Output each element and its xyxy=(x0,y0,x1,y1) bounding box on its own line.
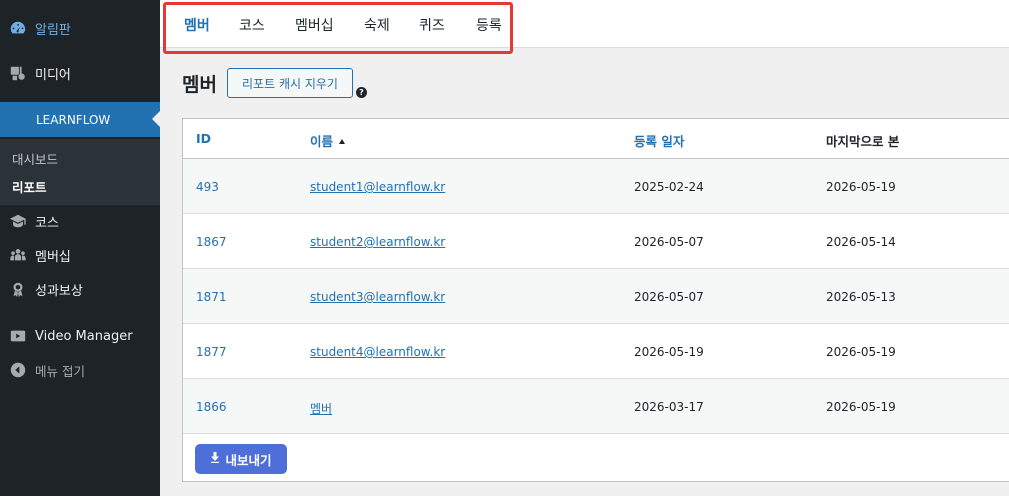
sidebar-item-learnflow[interactable]: LEARNFLOW xyxy=(0,102,160,137)
table-row: 1866 멤버 2026-03-17 2026-05-19 xyxy=(183,379,1009,434)
sidebar-item-label: 미디어 xyxy=(35,67,71,83)
table-header: ID 이름 등록 일자 마지막으로 본 xyxy=(183,119,1009,159)
award-icon xyxy=(8,279,28,299)
row-last-seen: 2026-05-19 xyxy=(826,400,896,414)
table-row: 493 student1@learnflow.kr 2025-02-24 202… xyxy=(183,159,1009,214)
media-icon xyxy=(8,63,28,83)
submenu-item-reports[interactable]: 리포트 xyxy=(12,177,47,196)
sidebar-item-rewards[interactable]: 성과보상 xyxy=(0,272,160,306)
sidebar-item-video-manager[interactable]: Video Manager xyxy=(0,319,160,353)
groups-icon xyxy=(8,245,28,265)
download-icon xyxy=(210,452,220,466)
row-id-link[interactable]: 1866 xyxy=(196,400,227,414)
sidebar-item-label: 성과보상 xyxy=(35,283,83,299)
row-registered-date: 2026-05-07 xyxy=(634,235,704,249)
row-last-seen: 2026-05-19 xyxy=(826,345,896,359)
current-menu-notch xyxy=(152,111,160,127)
column-header-name-label: 이름 xyxy=(310,134,334,149)
page-title: 멤버 xyxy=(182,74,217,96)
row-last-seen: 2026-05-14 xyxy=(826,235,896,249)
column-header-id[interactable]: ID xyxy=(196,131,211,146)
graduation-cap-icon xyxy=(8,211,28,231)
help-icon[interactable]: ? xyxy=(356,87,367,98)
row-name-link[interactable]: student1@learnflow.kr xyxy=(310,180,445,194)
submenu-item-dashboard[interactable]: 대시보드 xyxy=(12,149,58,168)
sidebar-item-dashboard[interactable]: 알림판 xyxy=(0,11,160,45)
row-name-link[interactable]: student3@learnflow.kr xyxy=(310,290,445,304)
sidebar-item-media[interactable]: 미디어 xyxy=(0,56,160,90)
dashboard-icon xyxy=(8,18,28,38)
row-registered-date: 2026-03-17 xyxy=(634,400,704,414)
video-icon xyxy=(8,326,28,346)
column-header-name[interactable]: 이름 xyxy=(310,131,346,150)
tabs-highlight-box xyxy=(163,2,513,54)
export-button[interactable]: 내보내기 xyxy=(195,444,287,474)
members-table: ID 이름 등록 일자 마지막으로 본 493 student1@learnfl… xyxy=(182,118,1009,482)
learnflow-submenu: 대시보드 리포트 xyxy=(0,139,160,205)
row-id-link[interactable]: 1867 xyxy=(196,235,227,249)
table-row: 1871 student3@learnflow.kr 2026-05-07 20… xyxy=(183,269,1009,324)
clear-report-cache-button[interactable]: 리포트 캐시 지우기 xyxy=(227,68,353,98)
table-row: 1867 student2@learnflow.kr 2026-05-07 20… xyxy=(183,214,1009,269)
row-last-seen: 2026-05-19 xyxy=(826,180,896,194)
row-name-link[interactable]: student4@learnflow.kr xyxy=(310,345,445,359)
row-id-link[interactable]: 1877 xyxy=(196,345,227,359)
report-tabs-bar: 멤버 코스 멤버십 숙제 퀴즈 등록 xyxy=(160,0,1009,54)
sidebar-item-label: 알림판 xyxy=(35,22,71,38)
row-registered-date: 2026-05-07 xyxy=(634,290,704,304)
row-name-link[interactable]: 멤버 xyxy=(310,400,332,417)
row-registered-date: 2025-02-24 xyxy=(634,180,704,194)
table-row: 1877 student4@learnflow.kr 2026-05-19 20… xyxy=(183,324,1009,379)
collapse-icon xyxy=(8,360,28,380)
column-header-last-seen: 마지막으로 본 xyxy=(826,134,900,149)
sort-ascending-icon xyxy=(339,139,346,144)
row-registered-date: 2026-05-19 xyxy=(634,345,704,359)
row-id-link[interactable]: 1871 xyxy=(196,290,227,304)
sidebar-item-label: 코스 xyxy=(35,215,59,231)
column-header-registered[interactable]: 등록 일자 xyxy=(634,131,684,150)
sidebar-item-label: 메뉴 접기 xyxy=(35,363,85,379)
sidebar-item-label: 멤버십 xyxy=(35,249,71,265)
row-name-link[interactable]: student2@learnflow.kr xyxy=(310,235,445,249)
row-last-seen: 2026-05-13 xyxy=(826,290,896,304)
admin-sidebar: 알림판 미디어 LEARNFLOW 대시보드 리포트 코스 멤버십 성과보상 V… xyxy=(0,0,160,496)
sidebar-item-label: LEARNFLOW xyxy=(36,112,111,127)
export-button-label: 내보내기 xyxy=(225,452,272,468)
sidebar-collapse-menu[interactable]: 메뉴 접기 xyxy=(0,353,160,387)
sidebar-item-memberships[interactable]: 멤버십 xyxy=(0,238,160,272)
row-id-link[interactable]: 493 xyxy=(196,180,219,194)
sidebar-item-label: Video Manager xyxy=(35,328,133,344)
sidebar-item-courses[interactable]: 코스 xyxy=(0,204,160,238)
